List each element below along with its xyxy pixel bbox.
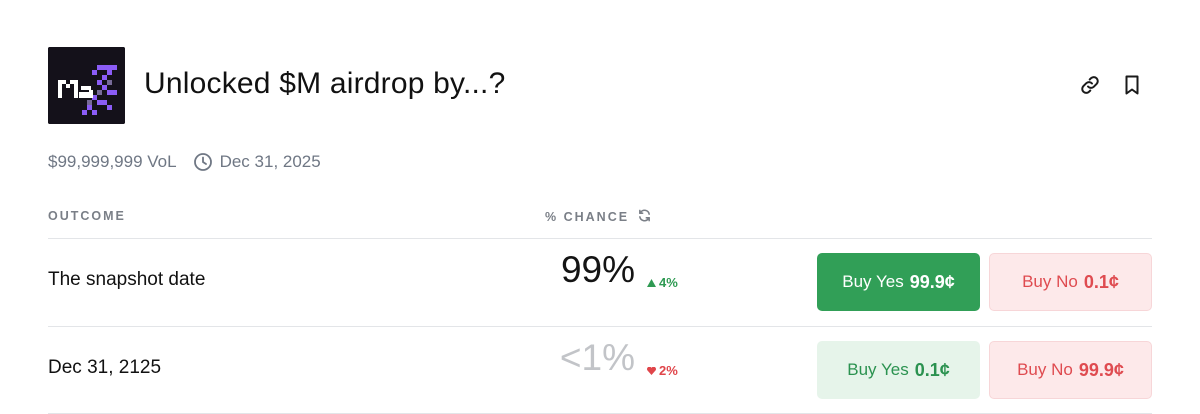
- buy-yes-label: Buy Yes: [842, 272, 904, 291]
- end-date-text: Dec 31, 2025: [219, 152, 321, 171]
- chance-delta-value: 2%: [659, 363, 678, 378]
- outcome-label: Dec 31, 2125: [48, 357, 162, 378]
- clock-icon: [193, 152, 213, 172]
- max-logo-icon: [48, 47, 125, 124]
- buy-no-label: Buy No: [1022, 272, 1078, 291]
- buy-yes-button[interactable]: Buy Yes 99.9¢: [817, 253, 980, 311]
- chance-header-label: % CHANCE: [545, 210, 630, 224]
- bookmark-icon[interactable]: [1120, 73, 1144, 97]
- chance-column-header: % CHANCE: [545, 209, 651, 225]
- buy-no-button[interactable]: Buy No 0.1¢: [989, 253, 1152, 311]
- buy-yes-button[interactable]: Buy Yes 0.1¢: [817, 341, 980, 399]
- outcome-label: The snapshot date: [48, 269, 206, 290]
- buy-no-label: Buy No: [1017, 360, 1073, 379]
- outcome-row-snapshot-date: The snapshot date 99% 4% Buy Yes 99.9¢ B…: [48, 239, 1152, 325]
- market-header: Unlocked $M airdrop by...?: [48, 47, 1152, 124]
- buy-no-price: 0.1¢: [1083, 271, 1119, 292]
- chance-delta: 2%: [647, 363, 678, 378]
- buy-yes-price: 0.1¢: [914, 359, 950, 380]
- link-icon[interactable]: [1078, 73, 1102, 97]
- triangle-up-icon: [647, 278, 656, 287]
- market-title: Unlocked $M airdrop by...?: [144, 67, 506, 100]
- market-meta: $99,999,999 VoL Dec 31, 2025: [48, 150, 321, 174]
- buy-yes-price: 99.9¢: [909, 271, 955, 292]
- outcome-row-dec-31-2125: Dec 31, 2125 <1% 2% Buy Yes 0.1¢ Buy No …: [48, 327, 1152, 413]
- volume-text: $99,999,999 VoL: [48, 152, 177, 171]
- buy-no-price: 99.9¢: [1078, 359, 1124, 380]
- chance-value: <1%: [559, 337, 635, 378]
- chance-delta: 4%: [647, 275, 678, 290]
- chance-value: 99%: [560, 249, 635, 290]
- refresh-icon[interactable]: [629, 209, 651, 225]
- market-logo: [48, 47, 125, 124]
- buy-yes-label: Buy Yes: [847, 360, 909, 379]
- chance-delta-value: 4%: [659, 275, 678, 290]
- buy-no-button[interactable]: Buy No 99.9¢: [989, 341, 1152, 399]
- outcome-column-header: OUTCOME: [48, 209, 126, 223]
- heart-down-icon: [647, 366, 656, 375]
